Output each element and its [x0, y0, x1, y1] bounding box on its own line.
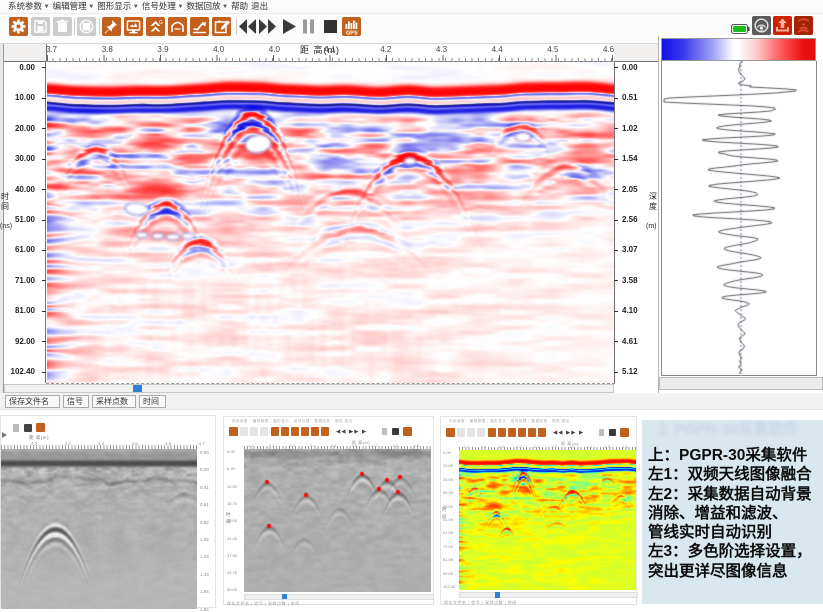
svg-text:G: G [159, 20, 163, 26]
svg-text:GPS: GPS [346, 31, 358, 37]
